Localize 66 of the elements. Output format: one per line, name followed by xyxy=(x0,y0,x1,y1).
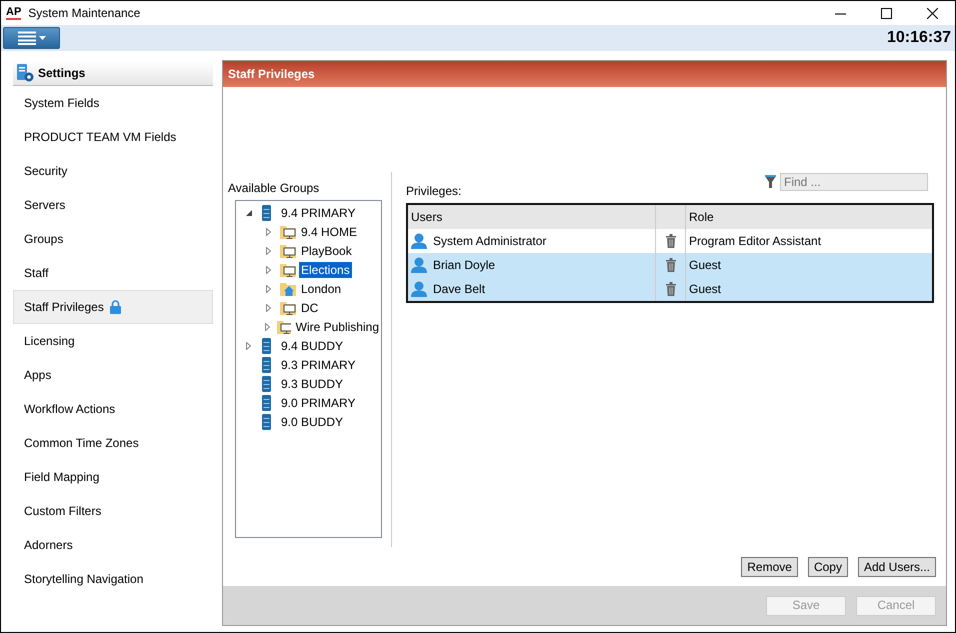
user-name: Dave Belt xyxy=(433,281,486,298)
folder-monitor-icon xyxy=(277,318,291,334)
sidebar-item[interactable]: Security xyxy=(13,154,213,188)
action-button[interactable]: Remove xyxy=(741,557,798,577)
trash-icon xyxy=(666,258,676,272)
panel-title: Staff Privileges xyxy=(228,66,315,83)
find-field[interactable]: Find ... xyxy=(780,173,928,191)
user-icon xyxy=(411,233,427,249)
sidebar-item[interactable]: Licensing xyxy=(13,324,213,358)
settings-icon xyxy=(16,64,34,82)
table-row[interactable]: Brian Doyle Guest xyxy=(408,253,932,277)
folder-home-icon xyxy=(280,280,296,296)
sidebar-item[interactable]: Workflow Actions xyxy=(13,392,213,426)
tree-item[interactable]: 9.4 PRIMARY xyxy=(279,204,358,220)
user-icon xyxy=(411,281,427,297)
table-row[interactable]: Dave Belt Guest xyxy=(408,277,932,301)
role-text: Guest xyxy=(689,282,722,296)
filter-icon xyxy=(765,175,776,189)
folder-monitor-icon xyxy=(280,262,296,278)
folder-monitor-icon xyxy=(280,224,296,240)
maximize-icon xyxy=(880,8,892,18)
sidebar-item[interactable]: Common Time Zones xyxy=(13,426,213,460)
sidebar-title: Settings xyxy=(38,64,86,82)
tree-item[interactable]: 9.4 BUDDY xyxy=(279,338,346,354)
tree-item[interactable]: DC xyxy=(299,300,320,316)
role-text: Program Editor Assistant xyxy=(689,234,822,248)
action-button[interactable]: Add Users... xyxy=(858,557,936,577)
role-text: Guest xyxy=(689,258,722,272)
column-header: Users xyxy=(411,209,442,226)
tree-item[interactable]: 9.0 PRIMARY xyxy=(279,394,358,410)
folder-monitor-icon xyxy=(280,300,296,316)
trash-icon xyxy=(666,234,676,248)
sidebar-item[interactable]: System Fields xyxy=(13,86,213,120)
sidebar-item[interactable]: PRODUCT TEAM VM Fields xyxy=(13,120,213,154)
folder-monitor-icon xyxy=(280,242,296,258)
sidebar-item[interactable]: Storytelling Navigation xyxy=(13,562,213,596)
sidebar-item[interactable]: Servers xyxy=(13,188,213,222)
user-name: Brian Doyle xyxy=(433,257,496,274)
tree-item[interactable]: PlayBook xyxy=(299,242,354,258)
menu-icon xyxy=(16,31,46,45)
tree-item[interactable]: Wire Publishing xyxy=(294,318,381,334)
tree-item[interactable]: London xyxy=(299,280,344,296)
groups-label: Available Groups xyxy=(228,181,320,195)
trash-icon xyxy=(666,282,676,296)
sidebar-item[interactable]: Apps xyxy=(13,358,213,392)
sidebar-item[interactable]: Adorners xyxy=(13,528,213,562)
menu-button[interactable] xyxy=(3,27,60,49)
sidebar-item[interactable]: Staff xyxy=(13,256,213,290)
tree-item[interactable]: 9.4 HOME xyxy=(299,224,360,240)
tree-item[interactable]: 9.0 BUDDY xyxy=(279,414,346,430)
sidebar-item[interactable]: Custom Filters xyxy=(13,494,213,528)
column-header: Role xyxy=(689,210,714,224)
tree-item[interactable]: 9.3 PRIMARY xyxy=(279,356,358,372)
clock: 10:16:37 xyxy=(886,28,951,48)
privileges-label: Privileges: xyxy=(406,183,462,200)
close-icon xyxy=(926,8,938,18)
app-logo: AP xyxy=(6,6,22,20)
sidebar-item[interactable]: Field Mapping xyxy=(13,460,213,494)
tree-item[interactable]: 9.3 BUDDY xyxy=(279,376,346,392)
sidebar-item[interactable]: Groups xyxy=(13,222,213,256)
user-icon xyxy=(411,257,427,273)
window-title: System Maintenance xyxy=(28,5,140,22)
tree-item[interactable]: Elections xyxy=(299,262,352,278)
sidebar-item[interactable]: Staff Privileges xyxy=(13,290,213,324)
action-button[interactable]: Copy xyxy=(808,557,848,577)
user-name: System Administrator xyxy=(433,233,546,250)
